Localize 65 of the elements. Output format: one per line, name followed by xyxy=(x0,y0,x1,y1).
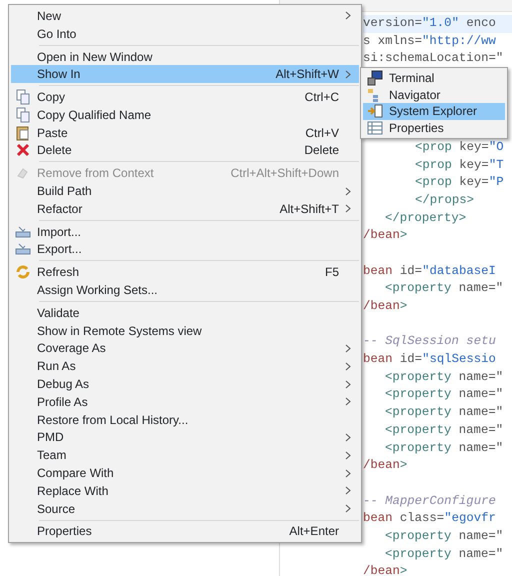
menu-item[interactable]: Properties Alt+Enter xyxy=(11,522,359,540)
delete-icon xyxy=(15,142,31,158)
copy-icon xyxy=(15,89,31,106)
menu-item[interactable]: Debug As xyxy=(11,375,359,393)
code-line: <property name=" xyxy=(384,440,504,456)
code-line: bean id="sqlSessio xyxy=(363,351,497,368)
code-line: -- MapperConfigure xyxy=(363,492,497,510)
code-line: <property name=" xyxy=(384,280,504,298)
menu-item[interactable]: Go Into xyxy=(11,24,359,43)
menu-item[interactable]: Show In Alt+Shift+W xyxy=(11,65,359,84)
terminal-icon xyxy=(367,70,383,86)
menu-item[interactable]: Team xyxy=(11,446,359,464)
menu-item[interactable]: Properties xyxy=(363,120,505,136)
menu-item[interactable]: New xyxy=(11,7,359,25)
code-line: <property name=" xyxy=(384,422,504,439)
menu-item[interactable]: Assign Working Sets... xyxy=(11,281,359,299)
menu-item[interactable]: Source xyxy=(11,500,359,518)
properties-icon xyxy=(367,120,383,136)
menu-item[interactable]: Refresh F5 xyxy=(11,263,359,282)
menu-item[interactable]: Coverage As xyxy=(11,340,359,358)
menu-item[interactable]: Terminal xyxy=(363,70,505,87)
code-line: <property name=" xyxy=(384,404,504,422)
menu-item[interactable]: Open in New Window xyxy=(11,48,359,66)
menu-item[interactable]: Delete Delete xyxy=(11,142,359,160)
menu-item[interactable]: Build Path xyxy=(11,182,359,200)
menu-item[interactable]: Profile As xyxy=(11,392,359,411)
code-line: <property name=" xyxy=(384,368,504,386)
menu-item[interactable]: Copy Ctrl+C xyxy=(11,88,359,106)
menu-item[interactable]: Show in Remote Systems view xyxy=(11,322,359,340)
code-line: /bean> xyxy=(363,298,408,315)
refresh-icon xyxy=(15,264,31,280)
code-line: <property name=" xyxy=(384,386,504,404)
code-line: /bean> xyxy=(363,457,408,474)
menu-item[interactable]: System Explorer xyxy=(363,103,505,120)
menu-item[interactable]: Replace With xyxy=(11,482,359,500)
tray-icon xyxy=(15,241,31,258)
code-line: <prop key="T xyxy=(414,156,505,174)
code-line: si:schemaLocation=" xyxy=(363,50,504,68)
code-line: s xmlns="http://ww xyxy=(363,32,497,50)
menu-item[interactable]: Compare With xyxy=(11,464,359,482)
code-line: </props> xyxy=(414,192,476,209)
menu-item[interactable]: Validate xyxy=(11,304,359,322)
code-line: -- SqlSession setu xyxy=(363,333,497,350)
menu-item[interactable]: Paste Ctrl+V xyxy=(11,124,359,142)
menu-item[interactable]: Run As xyxy=(11,357,359,376)
menu-item[interactable]: Refactor Alt+Shift+T xyxy=(11,200,359,218)
menu-item[interactable]: Export... xyxy=(11,240,359,258)
code-line: <prop key="O xyxy=(414,138,505,156)
tray-icon xyxy=(15,224,31,240)
menu-item[interactable]: Copy Qualified Name xyxy=(11,106,359,124)
menu-item[interactable]: Navigator xyxy=(363,86,505,104)
code-line: /bean> xyxy=(363,227,408,244)
menu-item[interactable]: Restore from Local History... xyxy=(11,410,359,429)
code-line: bean class="egovfr xyxy=(363,510,497,528)
code-line: <prop key="P xyxy=(414,174,505,192)
code-line: </property> xyxy=(384,210,468,227)
clipboard-icon xyxy=(15,124,31,141)
code-line: /bean> xyxy=(363,563,408,576)
explorer-icon xyxy=(367,103,383,120)
menu-item[interactable]: Import... xyxy=(11,222,359,241)
code-line: <property name=" xyxy=(384,528,504,545)
code-line: <property name=" xyxy=(384,546,504,563)
menu-item[interactable]: PMD xyxy=(11,428,359,446)
code-line: bean id="databaseI xyxy=(363,262,497,280)
copy-icon xyxy=(15,106,31,123)
